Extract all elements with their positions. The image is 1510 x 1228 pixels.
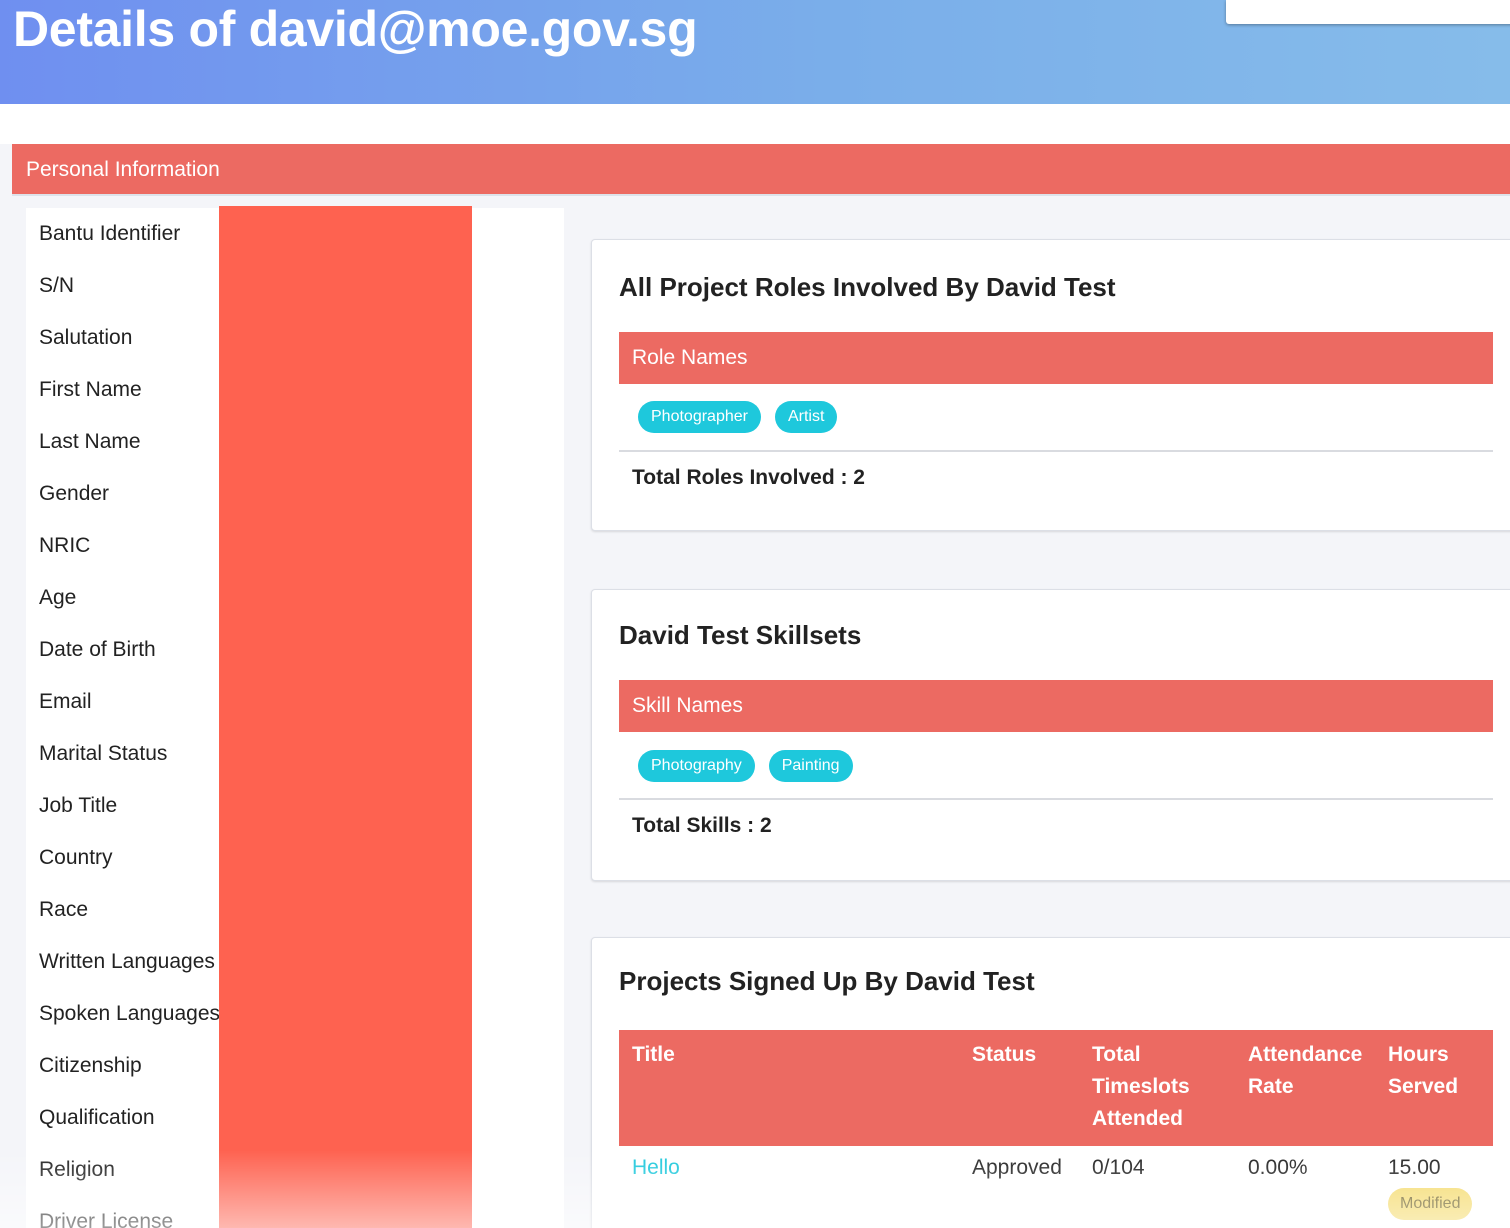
label-serial-number: S/N	[39, 274, 75, 297]
role-tags: Photographer Artist	[638, 401, 838, 433]
projects-title: Projects Signed Up By David Test	[619, 966, 1035, 996]
page-title: Details of david@moe.gov.sg	[13, 1, 698, 57]
header-spacer	[0, 104, 1510, 144]
project-hours-served: 15.00	[1388, 1156, 1441, 1179]
total-skills: Total Skills : 2	[632, 814, 772, 837]
label-marital-status: Marital Status	[39, 742, 168, 765]
project-status: Approved	[972, 1156, 1062, 1179]
column-hours-served: Hours Served	[1388, 1039, 1458, 1103]
project-roles-title: All Project Roles Involved By David Test	[619, 272, 1116, 302]
label-race: Race	[39, 898, 89, 921]
personal-information-header: Personal Information	[12, 144, 1510, 196]
role-tag[interactable]: Photographer	[638, 401, 761, 433]
header-dropdown-panel[interactable]	[1226, 0, 1510, 24]
label-date-of-birth: Date of Birth	[39, 638, 156, 661]
skill-tag[interactable]: Painting	[768, 750, 853, 782]
label-job-title: Job Title	[39, 794, 118, 817]
label-nric: NRIC	[39, 534, 91, 557]
skill-tag[interactable]: Photography	[638, 750, 755, 782]
label-first-name: First Name	[39, 378, 142, 401]
label-bantu-identifier: Bantu Identifier	[39, 222, 181, 245]
project-title-link[interactable]: Hello	[632, 1156, 680, 1180]
column-header-line: Total	[1092, 1043, 1141, 1066]
column-header-line: Hours	[1388, 1043, 1449, 1066]
column-header-line: Timeslots	[1092, 1075, 1190, 1098]
column-attendance-rate: Attendance Rate	[1248, 1039, 1362, 1103]
label-written-languages: Written Languages	[39, 950, 215, 973]
column-header-line: Served	[1388, 1075, 1459, 1098]
label-qualification: Qualification	[39, 1106, 155, 1129]
column-total-timeslots-attended: Total Timeslots Attended	[1092, 1039, 1190, 1135]
skill-tags: Photography Painting	[638, 750, 853, 782]
label-spoken-languages: Spoken Languages	[39, 1002, 220, 1025]
label-email: Email	[39, 690, 92, 713]
divider	[619, 798, 1493, 800]
column-title: Title	[632, 1043, 675, 1066]
column-header-line: Attendance	[1248, 1043, 1363, 1066]
label-driver-license: Driver License	[39, 1210, 174, 1228]
project-attendance-rate: 0.00%	[1248, 1156, 1308, 1179]
label-country: Country	[39, 846, 113, 869]
project-roles-card: All Project Roles Involved By David Test…	[591, 239, 1510, 531]
label-religion: Religion	[39, 1158, 115, 1181]
modified-badge: Modified	[1388, 1188, 1473, 1220]
label-age: Age	[39, 586, 77, 609]
project-timeslots: 0/104	[1092, 1156, 1145, 1179]
role-names-header: Role Names	[619, 332, 1493, 384]
page-header: Details of david@moe.gov.sg	[0, 0, 1510, 104]
column-header-line: Rate	[1248, 1075, 1294, 1098]
projects-table-header: Title Status Total Timeslots Attended At…	[619, 1030, 1493, 1146]
skillsets-title: David Test Skillsets	[619, 620, 862, 650]
skillsets-card: David Test Skillsets Skill Names Photogr…	[591, 589, 1510, 881]
column-header-line: Attended	[1092, 1107, 1183, 1130]
redacted-values-block	[219, 206, 472, 1228]
label-gender: Gender	[39, 482, 110, 505]
label-last-name: Last Name	[39, 430, 141, 453]
role-tag[interactable]: Artist	[774, 401, 838, 433]
personal-information-labels: Bantu Identifier S/N Salutation First Na…	[39, 208, 229, 1228]
label-citizenship: Citizenship	[39, 1054, 142, 1077]
projects-signed-up-card: Projects Signed Up By David Test Title S…	[591, 937, 1510, 1228]
divider	[619, 450, 1493, 452]
label-salutation: Salutation	[39, 326, 133, 349]
skill-names-header: Skill Names	[619, 680, 1493, 732]
column-status: Status	[972, 1043, 1037, 1066]
total-roles: Total Roles Involved : 2	[632, 466, 865, 489]
